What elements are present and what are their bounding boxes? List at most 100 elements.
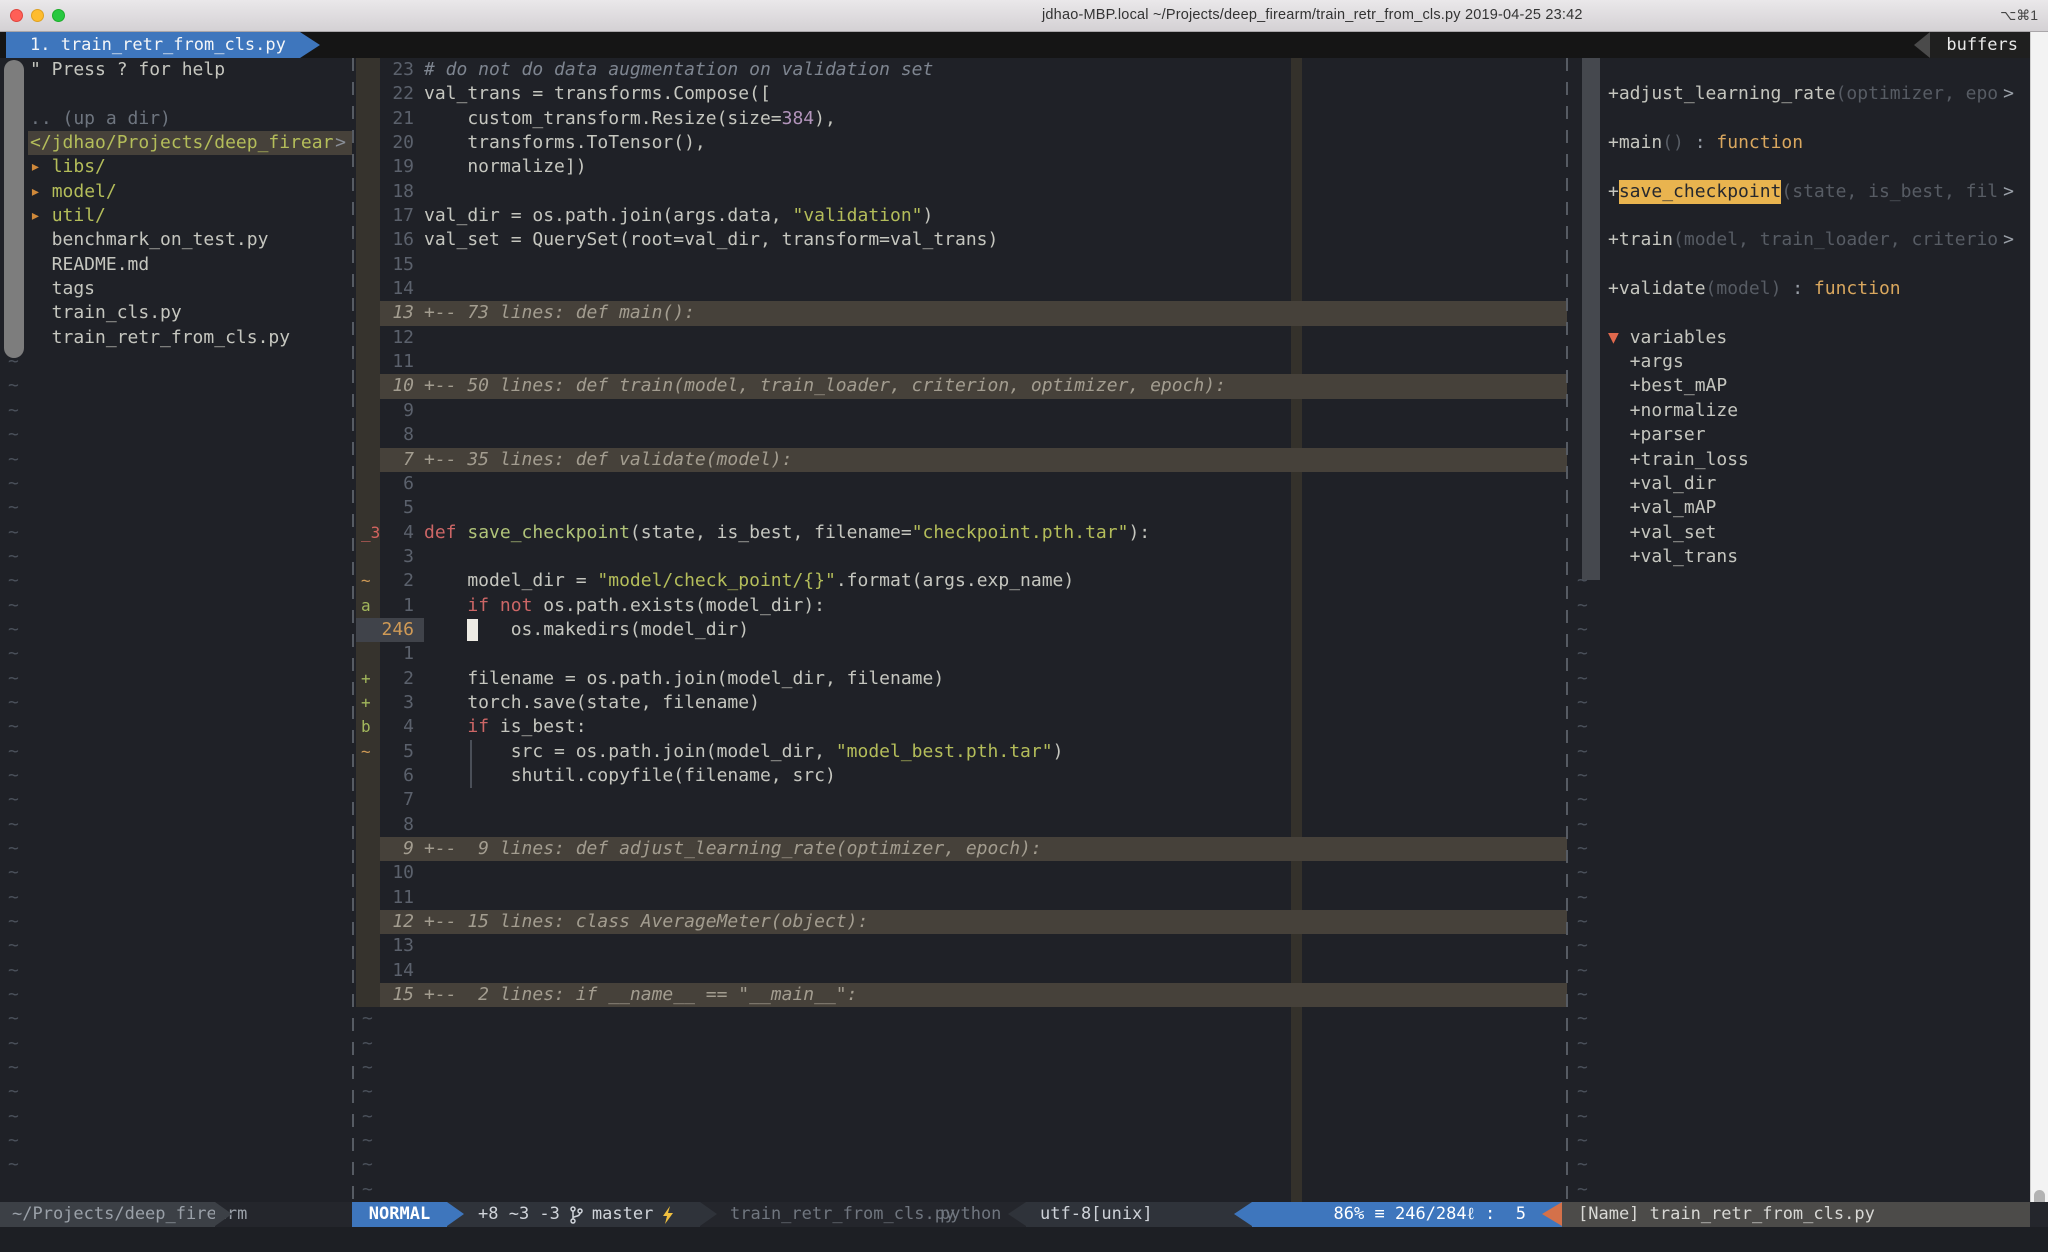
tag-item[interactable]: ▼ variables xyxy=(1567,326,2030,350)
code-line[interactable]: 15+-- 2 lines: if __name__ == "__main__"… xyxy=(352,983,1567,1007)
tag-item[interactable]: +val_trans xyxy=(1567,545,2030,569)
code-line[interactable]: 18 xyxy=(352,180,1567,204)
code-line[interactable]: 246 os.makedirs(model_dir) xyxy=(352,618,1567,642)
code-text xyxy=(424,642,1567,666)
tag-item[interactable]: +parser xyxy=(1567,423,2030,447)
buffers-tab[interactable]: buffers xyxy=(1930,32,2034,58)
tag-item[interactable] xyxy=(1567,155,2030,179)
code-line[interactable]: 11 xyxy=(352,886,1567,910)
code-line[interactable]: 9 xyxy=(352,399,1567,423)
tree-item[interactable]: ▸ libs/ xyxy=(0,155,352,179)
tree-item[interactable]: benchmark_on_test.py xyxy=(0,228,352,252)
code-line[interactable]: a1 if not os.path.exists(model_dir): xyxy=(352,594,1567,618)
tag-item[interactable]: +train_loss xyxy=(1567,448,2030,472)
code-line[interactable]: ~5 src = os.path.join(model_dir, "model_… xyxy=(352,740,1567,764)
code-line[interactable]: 13 xyxy=(352,934,1567,958)
sign-column xyxy=(356,545,380,569)
tagbar-filler-line: ~ xyxy=(1567,569,2030,593)
close-button[interactable] xyxy=(10,9,23,22)
tree-item[interactable] xyxy=(0,82,352,106)
code-line[interactable]: +2 filename = os.path.join(model_dir, fi… xyxy=(352,667,1567,691)
text-segment: (model) xyxy=(1706,277,1782,301)
code-line[interactable]: 7 xyxy=(352,788,1567,812)
zoom-button[interactable] xyxy=(52,9,65,22)
tag-item[interactable] xyxy=(1567,253,2030,277)
tree-item[interactable]: " Press ? for help xyxy=(0,58,352,82)
minimize-button[interactable] xyxy=(31,9,44,22)
code-line[interactable]: 13+-- 73 lines: def main(): xyxy=(352,301,1567,325)
code-filler-line: ~ xyxy=(352,1032,1567,1056)
line-number: 9 xyxy=(380,399,414,423)
text-segment: benchmark_on_test.py xyxy=(30,228,268,252)
code-line[interactable]: _34def save_checkpoint(state, is_best, f… xyxy=(352,521,1567,545)
code-line[interactable]: 1 xyxy=(352,642,1567,666)
code-line[interactable]: b4 if is_best: xyxy=(352,715,1567,739)
code-line[interactable]: 11 xyxy=(352,350,1567,374)
code-line[interactable]: 6 xyxy=(352,472,1567,496)
tag-item[interactable]: +val_mAP xyxy=(1567,496,2030,520)
code-line[interactable]: 15 xyxy=(352,253,1567,277)
code-line[interactable]: 12+-- 15 lines: class AverageMeter(objec… xyxy=(352,910,1567,934)
code-line[interactable]: 10+-- 50 lines: def train(model, train_l… xyxy=(352,374,1567,398)
code-line[interactable]: 7+-- 35 lines: def validate(model): xyxy=(352,448,1567,472)
code-line[interactable]: 12 xyxy=(352,326,1567,350)
code-line[interactable]: 20 transforms.ToTensor(), xyxy=(352,131,1567,155)
code-line[interactable]: +3 torch.save(state, filename) xyxy=(352,691,1567,715)
code-line[interactable]: 9+-- 9 lines: def adjust_learning_rate(o… xyxy=(352,837,1567,861)
empty-line-marker: ~ xyxy=(8,1105,19,1129)
nerdtree-window[interactable]: " Press ? for help .. (up a dir)</jdhao/P… xyxy=(0,58,352,1202)
tag-item[interactable]: +args xyxy=(1567,350,2030,374)
tree-item[interactable]: train_cls.py xyxy=(0,301,352,325)
code-line[interactable]: 16val_set = QuerySet(root=val_dir, trans… xyxy=(352,228,1567,252)
tree-item[interactable]: train_retr_from_cls.py xyxy=(0,326,352,350)
tag-item[interactable]: +train(model, train_loader, criterio> xyxy=(1567,228,2030,252)
tag-item[interactable]: +val_dir xyxy=(1567,472,2030,496)
tag-item[interactable] xyxy=(1567,107,2030,131)
code-line[interactable]: 14 xyxy=(352,959,1567,983)
code-line[interactable]: 8 xyxy=(352,813,1567,837)
code-line[interactable]: 10 xyxy=(352,861,1567,885)
code-line[interactable]: 6 shutil.copyfile(filename, src) xyxy=(352,764,1567,788)
code-line[interactable]: 17val_dir = os.path.join(args.data, "val… xyxy=(352,204,1567,228)
code-text: +-- 73 lines: def main(): xyxy=(424,301,1567,325)
code-line[interactable]: 21 custom_transform.Resize(size=384), xyxy=(352,107,1567,131)
text-segment: ▸ xyxy=(30,155,52,179)
code-line[interactable]: 3 xyxy=(352,545,1567,569)
code-text: filename = os.path.join(model_dir, filen… xyxy=(424,667,1567,691)
tag-item[interactable]: +main() : function xyxy=(1567,131,2030,155)
tree-item[interactable]: .. (up a dir) xyxy=(0,107,352,131)
tree-item[interactable]: ▸ util/ xyxy=(0,204,352,228)
code-line[interactable]: 5 xyxy=(352,496,1567,520)
tag-item[interactable] xyxy=(1567,204,2030,228)
warning-separator-icon xyxy=(1542,1202,1562,1226)
code-line[interactable]: 8 xyxy=(352,423,1567,447)
tag-item[interactable] xyxy=(1567,58,2030,82)
code-line[interactable]: 23# do not do data augmentation on valid… xyxy=(352,58,1567,82)
tag-item[interactable]: +adjust_learning_rate(optimizer, epo> xyxy=(1567,82,2030,106)
tag-item[interactable]: +save_checkpoint(state, is_best, fil> xyxy=(1567,180,2030,204)
command-line[interactable] xyxy=(0,1227,2048,1252)
code-line[interactable]: 14 xyxy=(352,277,1567,301)
tagbar-window[interactable]: +adjust_learning_rate(optimizer, epo> +ma… xyxy=(1567,58,2030,1202)
line-number: 18 xyxy=(380,180,414,204)
scrollbar-track[interactable] xyxy=(2030,32,2048,1252)
tree-item[interactable]: README.md xyxy=(0,253,352,277)
code-line[interactable]: 22val_trans = transforms.Compose([ xyxy=(352,82,1567,106)
line-number: 11 xyxy=(380,886,414,910)
window-shortcut: ⌥⌘1 xyxy=(2000,7,2038,24)
tree-item[interactable]: </jdhao/Projects/deep_firear> xyxy=(0,131,352,155)
tab-active-train-retr[interactable]: 1. train_retr_from_cls.py xyxy=(6,32,300,58)
tagbar-filler-line: ~ xyxy=(1567,1080,2030,1104)
code-window[interactable]: 23# do not do data augmentation on valid… xyxy=(352,58,1567,1202)
tag-item[interactable]: +val_set xyxy=(1567,521,2030,545)
code-line[interactable]: 19 normalize]) xyxy=(352,155,1567,179)
tag-item[interactable]: +best_mAP xyxy=(1567,374,2030,398)
tree-item[interactable]: tags xyxy=(0,277,352,301)
code-line[interactable]: ~2 model_dir = "model/check_point/{}".fo… xyxy=(352,569,1567,593)
tag-item[interactable]: +normalize xyxy=(1567,399,2030,423)
tag-item[interactable]: +validate(model) : function xyxy=(1567,277,2030,301)
code-filler-line: ~ xyxy=(352,1080,1567,1104)
tree-item[interactable]: ▸ model/ xyxy=(0,180,352,204)
tag-item[interactable] xyxy=(1567,301,2030,325)
empty-line-marker: ~ xyxy=(1577,837,1588,861)
